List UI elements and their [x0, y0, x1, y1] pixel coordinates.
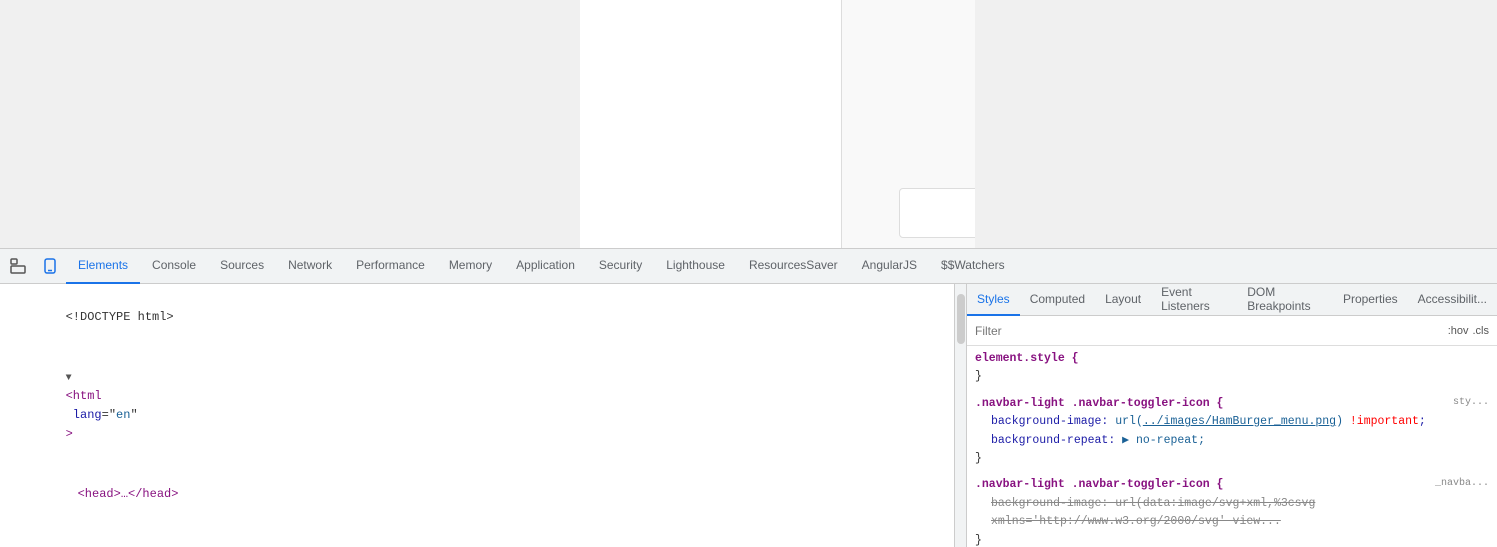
devtools-tab-bar: Elements Console Sources Network Perform…: [0, 249, 1497, 284]
css-source-3: _navba...: [1435, 476, 1489, 492]
inspect-icon-btn[interactable]: [4, 252, 32, 280]
filter-hov-btn[interactable]: :hov: [1448, 325, 1469, 337]
html-scroll-thumb: [957, 294, 965, 344]
arrow-html: ▼: [66, 371, 78, 387]
tab-sources[interactable]: Sources: [208, 249, 276, 284]
styles-content[interactable]: element.style { } .navbar-light .navbar-…: [967, 346, 1497, 547]
tab-performance[interactable]: Performance: [344, 249, 437, 284]
css-rule-navbar-toggler-2: .navbar-light .navbar-toggler-icon { _na…: [975, 476, 1489, 547]
filter-input[interactable]: [975, 324, 1442, 338]
html-doctype[interactable]: <!DOCTYPE html>: [0, 288, 954, 348]
tab-sswatchers[interactable]: $$Watchers: [929, 249, 1017, 284]
html-head[interactable]: <head>…</head>: [0, 465, 954, 525]
css-selector-1: element.style {: [975, 350, 1489, 368]
styles-tab-layout[interactable]: Layout: [1095, 284, 1151, 316]
styles-tab-event-listeners[interactable]: Event Listeners: [1151, 284, 1237, 316]
styles-tab-bar: Styles Computed Layout Event Listeners D…: [967, 284, 1497, 316]
filter-cls-btn[interactable]: .cls: [1473, 325, 1490, 337]
css-rule-element-style: element.style { }: [975, 350, 1489, 387]
html-scrollbar[interactable]: [955, 284, 967, 547]
css-rule-navbar-toggler-1: .navbar-light .navbar-toggler-icon { sty…: [975, 395, 1489, 469]
css-close-1: }: [975, 368, 1489, 386]
css-prop-bg-image-strike: background-image: url(data:image/svg+xml…: [975, 495, 1489, 532]
page-left-bg: [0, 0, 580, 248]
css-close-3: }: [975, 532, 1489, 547]
css-link-hamburger[interactable]: ../images/HamBurger_menu.png: [1143, 415, 1336, 428]
tab-console[interactable]: Console: [140, 249, 208, 284]
styles-tab-styles[interactable]: Styles: [967, 284, 1020, 316]
tab-memory[interactable]: Memory: [437, 249, 504, 284]
html-html-open[interactable]: ▼ <html lang="en" >: [0, 348, 954, 465]
html-panel[interactable]: <!DOCTYPE html> ▼ <html lang="en" > <hea…: [0, 284, 955, 547]
tab-network[interactable]: Network: [276, 249, 344, 284]
mobile-icon-btn[interactable]: [36, 252, 64, 280]
css-selector-3: .navbar-light .navbar-toggler-icon { _na…: [975, 476, 1489, 494]
tab-security[interactable]: Security: [587, 249, 654, 284]
styles-tab-accessibility[interactable]: Accessibilit...: [1408, 284, 1497, 316]
tab-lighthouse[interactable]: Lighthouse: [654, 249, 737, 284]
css-selector-2: .navbar-light .navbar-toggler-icon { sty…: [975, 395, 1489, 413]
devtools-content: <!DOCTYPE html> ▼ <html lang="en" > <hea…: [0, 284, 1497, 547]
css-source-2: sty...: [1453, 395, 1489, 411]
tab-elements[interactable]: Elements: [66, 249, 140, 284]
tab-angularjs[interactable]: AngularJS: [850, 249, 929, 284]
css-prop-bg-repeat: background-repeat: ▶ no-repeat;: [975, 432, 1489, 450]
filter-bar: :hov .cls: [967, 316, 1497, 346]
styles-tab-dom-breakpoints[interactable]: DOM Breakpoints: [1237, 284, 1333, 316]
tab-application[interactable]: Application: [504, 249, 587, 284]
styles-tab-properties[interactable]: Properties: [1333, 284, 1408, 316]
devtools-panel: Elements Console Sources Network Perform…: [0, 248, 1497, 547]
styles-tab-computed[interactable]: Computed: [1020, 284, 1095, 316]
css-close-2: }: [975, 450, 1489, 468]
styles-panel: Styles Computed Layout Event Listeners D…: [967, 284, 1497, 547]
css-prop-bg-image: background-image: url(../images/HamBurge…: [975, 413, 1489, 431]
tab-resourcessaver[interactable]: ResourcesSaver: [737, 249, 850, 284]
page-right-bg: [975, 0, 1497, 248]
html-body[interactable]: ▼ <body style="overflow-x: hidden;" >: [0, 524, 954, 547]
browser-viewport: [0, 0, 1497, 248]
